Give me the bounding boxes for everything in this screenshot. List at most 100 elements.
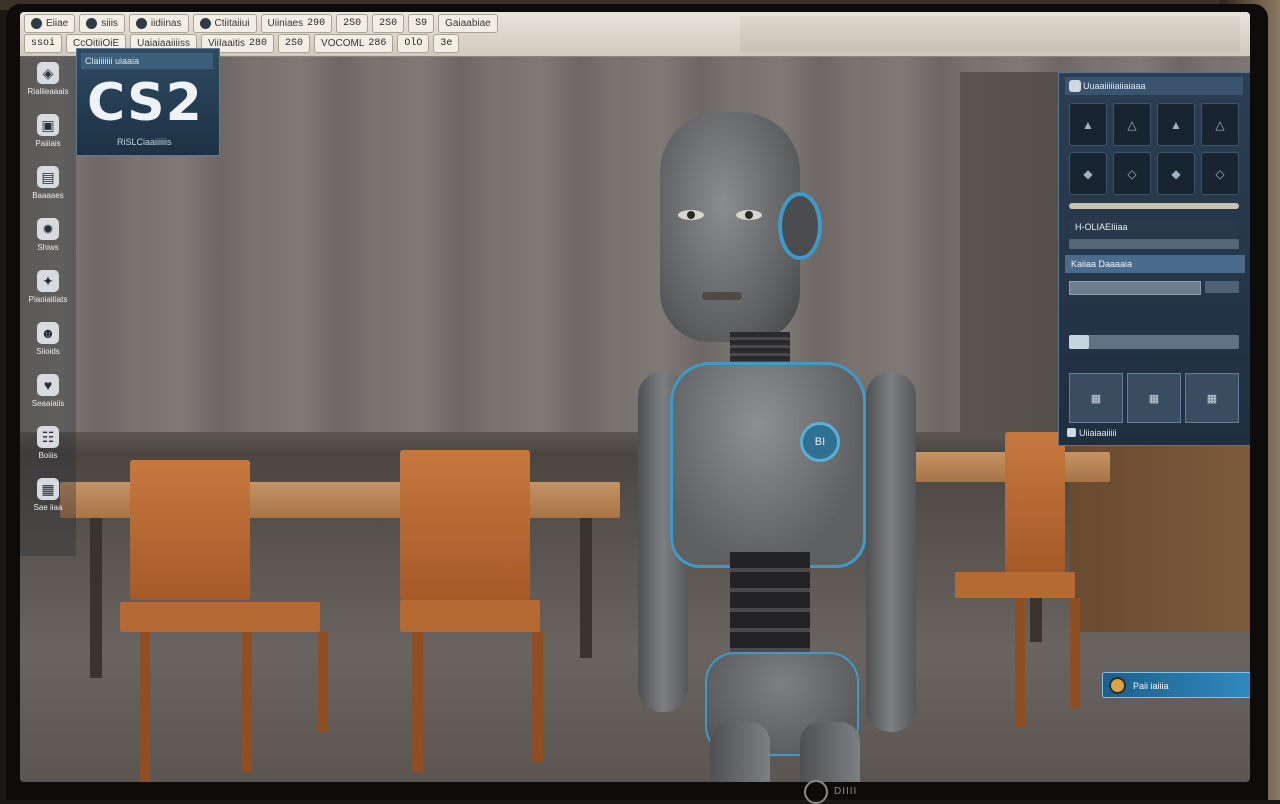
- toolbar-button-value: 3e: [440, 38, 453, 49]
- sidebar-item[interactable]: ☻ Siioids: [22, 320, 74, 370]
- sidebar-item[interactable]: ◈ Rialiieaaais: [22, 60, 74, 110]
- toolbar-button[interactable]: Eiiae: [24, 14, 76, 33]
- robot-character[interactable]: BI: [610, 112, 940, 782]
- sidebar-item[interactable]: ☷ Boiiis: [22, 424, 74, 474]
- panel-grid-cell[interactable]: ◇: [1201, 152, 1239, 195]
- sidebar-item[interactable]: ▣ Paiiiais: [22, 112, 74, 162]
- chair-seat: [120, 602, 320, 632]
- toolbar-button-value: ssoi: [31, 38, 56, 49]
- sidebar-item[interactable]: ♥ Seaaiaiis: [22, 372, 74, 422]
- toolbar-button-value: S9: [415, 18, 428, 29]
- sidebar-item-label: Seaaiaiis: [31, 399, 65, 408]
- panel-grid-cell[interactable]: △: [1201, 103, 1239, 146]
- toolbar-empty-area: [740, 16, 1240, 52]
- toolbar-button[interactable]: VOCOML 286: [314, 34, 394, 53]
- panel-thumbnail[interactable]: ▦: [1127, 373, 1181, 423]
- panel-header[interactable]: Uuaaiiiiiaiiaiaaa: [1065, 77, 1243, 95]
- toolbar-button[interactable]: Ctiitaiiui: [192, 14, 257, 33]
- chair: [130, 460, 250, 600]
- toolbar-button[interactable]: 2S0: [336, 14, 369, 33]
- monitor-brand: DIIII: [834, 786, 858, 797]
- table-leg: [580, 518, 592, 658]
- panel-grid-cell[interactable]: ▲: [1069, 103, 1107, 146]
- toolbar-button-label: Ctiitaiiui: [214, 18, 250, 29]
- screen: BI Eiiae siiis iidiinas Ctiitaiiui Uiiniaes 2…: [20, 12, 1250, 782]
- toolbar-button-value: 2S0: [343, 18, 362, 29]
- robot-badge: BI: [800, 422, 840, 462]
- notification-toast[interactable]: Paii iaiiia: [1102, 672, 1250, 698]
- toolbar-button-label: siiis: [101, 18, 118, 29]
- toolbar-button[interactable]: 2S0: [372, 14, 405, 33]
- panel-grid-cell[interactable]: △: [1113, 103, 1151, 146]
- robot-arm-right: [866, 372, 916, 732]
- folder-icon: ▤: [37, 166, 59, 188]
- sidebar-item[interactable]: ▦ Sae iiaa: [22, 476, 74, 526]
- chair-leg: [1070, 598, 1080, 708]
- sidebar-item[interactable]: ✹ Shiws: [22, 216, 74, 266]
- toolbar-button-value: OlO: [404, 38, 423, 49]
- chair: [1005, 432, 1065, 572]
- toolbar-button-value: 280: [249, 38, 268, 49]
- chair-leg: [242, 632, 252, 772]
- panel-title: H-OLIAEIiiaa: [1069, 219, 1239, 235]
- monitor: BI Eiiae siiis iidiinas Ctiitaiiui Uiiniaes 2…: [6, 4, 1268, 804]
- sidebar-item-label: Sae iiaa: [33, 503, 63, 512]
- chair-leg: [412, 632, 423, 772]
- toolbar-button[interactable]: Gaiaabiae: [438, 14, 498, 33]
- toolbar-button[interactable]: OlO: [397, 34, 430, 53]
- table-leg: [90, 518, 102, 678]
- panel-grid-cell[interactable]: ▲: [1157, 103, 1195, 146]
- heart-icon: ♥: [37, 374, 59, 396]
- person-icon: ☻: [37, 322, 59, 344]
- robot-mouth: [702, 292, 742, 300]
- toolbar-row: Eiiae siiis iidiinas Ctiitaiiui Uiiniaes 290 2…: [20, 14, 744, 33]
- toolbar-button-label: Gaiaabiae: [445, 18, 491, 29]
- panel-thumbnails: ▦ ▦ ▦: [1069, 373, 1239, 423]
- slider-handle[interactable]: [1069, 335, 1089, 349]
- logo-header: Claiiiiiii uiaaia: [81, 53, 213, 69]
- toolbar-button[interactable]: Uiiniaes 290: [260, 14, 333, 33]
- sidebar-item-label: Siioids: [36, 347, 60, 356]
- sidebar-item[interactable]: ▤ Baaaaes: [22, 164, 74, 214]
- panel-slider[interactable]: [1069, 335, 1239, 349]
- panel-footer[interactable]: Uiiaiaaiiiii: [1065, 425, 1245, 441]
- toolbar-button[interactable]: iidiinas: [128, 14, 189, 33]
- panel-input[interactable]: [1069, 281, 1201, 295]
- power-button[interactable]: [804, 780, 828, 804]
- chair-seat: [400, 600, 540, 632]
- panel-grid-cell[interactable]: ◆: [1157, 152, 1195, 195]
- toolbar-button-label: iidiinas: [150, 18, 182, 29]
- robot-torso: [670, 362, 866, 568]
- panel-thumbnail[interactable]: ▦: [1185, 373, 1239, 423]
- app-icon: [31, 18, 42, 29]
- chair-leg: [532, 632, 543, 762]
- panel-grid-cell[interactable]: ◆: [1069, 152, 1107, 195]
- panel-thumbnail[interactable]: ▦: [1069, 373, 1123, 423]
- toolbar-button[interactable]: siiis: [79, 14, 125, 33]
- chair: [400, 450, 530, 600]
- sidebar-item-label: Baaaaes: [32, 191, 64, 200]
- film-icon: ▦: [37, 478, 59, 500]
- toolbar-button[interactable]: 2S0: [278, 34, 311, 53]
- paint-icon: ✦: [37, 270, 59, 292]
- toolbar-button[interactable]: S9: [408, 14, 435, 33]
- toolbar-button[interactable]: ssoi: [24, 34, 63, 53]
- chair-seat: [955, 572, 1075, 598]
- panel-footer-label: Uiiaiaaiiiii: [1079, 428, 1117, 438]
- panel-dropdown[interactable]: [1205, 281, 1239, 293]
- robot-leg-left: [710, 722, 770, 782]
- toolbar-button-label: VOCOML: [321, 38, 365, 49]
- panel-grid-cell[interactable]: ◇: [1113, 152, 1151, 195]
- panel-tab[interactable]: Kaiiaa Daaaaia: [1065, 255, 1245, 273]
- panel-footer-icon: [1067, 428, 1076, 437]
- eye-icon: [199, 18, 211, 29]
- toolbar-button-value: 286: [368, 38, 387, 49]
- sidebar-item-label: Shiws: [37, 243, 59, 252]
- toolbar-button[interactable]: 3e: [433, 34, 460, 53]
- robot-waist: [730, 552, 810, 662]
- sidebar-item[interactable]: ✦ Piaoiaitiats: [22, 268, 74, 318]
- chair-leg: [1015, 598, 1025, 728]
- toolbar-button-value: 290: [307, 18, 326, 29]
- logo-card[interactable]: Claiiiiiii uiaaia CS2 RiSLCiaaiiiiiis: [76, 48, 220, 156]
- layers-icon: ▣: [37, 114, 59, 136]
